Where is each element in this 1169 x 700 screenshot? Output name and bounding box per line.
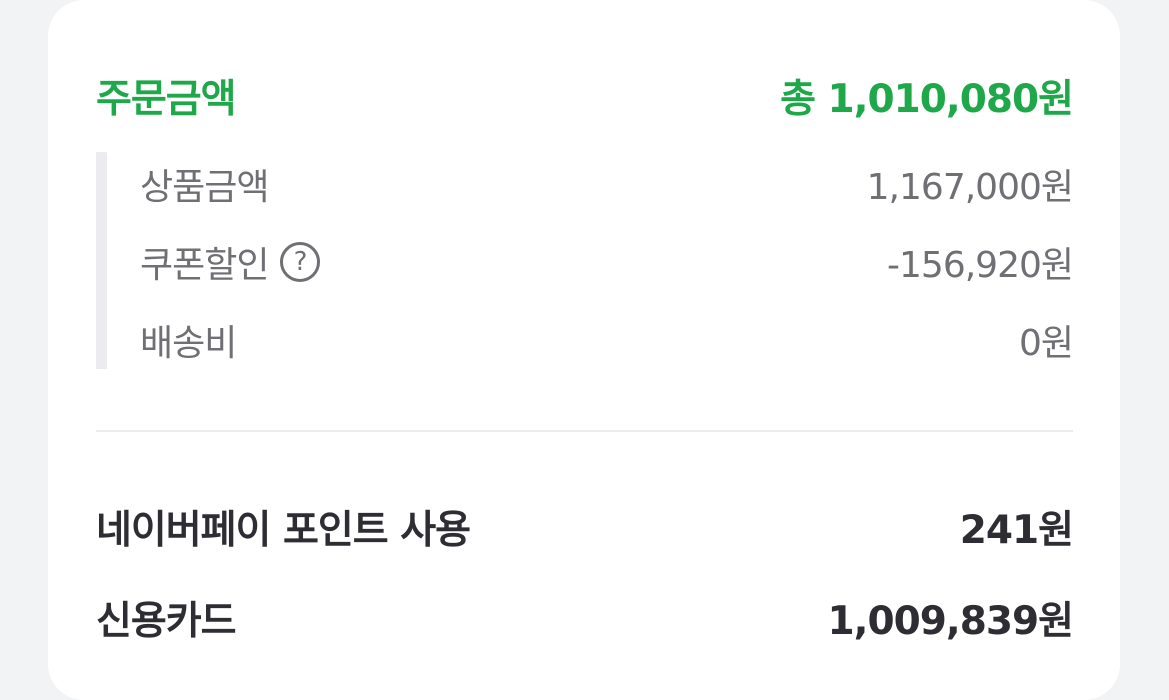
naverpay-points-value: 241원 (959, 508, 1074, 553)
coupon-discount-value: -156,920원 (887, 245, 1074, 286)
order-total-value: 총 1,010,080원 (780, 77, 1074, 122)
breakdown-row-coupon-discount: 쿠폰할인 ? -156,920원 (140, 235, 1074, 289)
payment-row-naverpay-points: 네이버페이 포인트 사용 241원 (96, 499, 1074, 555)
product-amount-label: 상품금액 (140, 167, 269, 208)
order-total-row: 주문금액 총 1,010,080원 (96, 68, 1074, 124)
coupon-discount-label-group: 쿠폰할인 ? (140, 236, 321, 288)
payment-row-credit-card: 신용카드 1,009,839원 (96, 590, 1074, 646)
naverpay-points-label: 네이버페이 포인트 사용 (96, 508, 471, 553)
help-question-icon[interactable]: ? (280, 242, 321, 282)
breakdown-row-product-amount: 상품금액 1,167,000원 (140, 157, 1074, 211)
coupon-discount-label: 쿠폰할인 (140, 245, 269, 286)
shipping-fee-value: 0원 (1018, 323, 1074, 364)
section-divider (96, 430, 1073, 432)
breakdown-row-shipping-fee: 배송비 0원 (140, 313, 1074, 367)
credit-card-label: 신용카드 (96, 599, 237, 644)
breakdown-indent-bar (96, 152, 107, 369)
shipping-fee-label: 배송비 (140, 323, 237, 364)
product-amount-value: 1,167,000원 (866, 167, 1074, 208)
order-total-label: 주문금액 (96, 77, 237, 122)
credit-card-value: 1,009,839원 (827, 599, 1074, 644)
